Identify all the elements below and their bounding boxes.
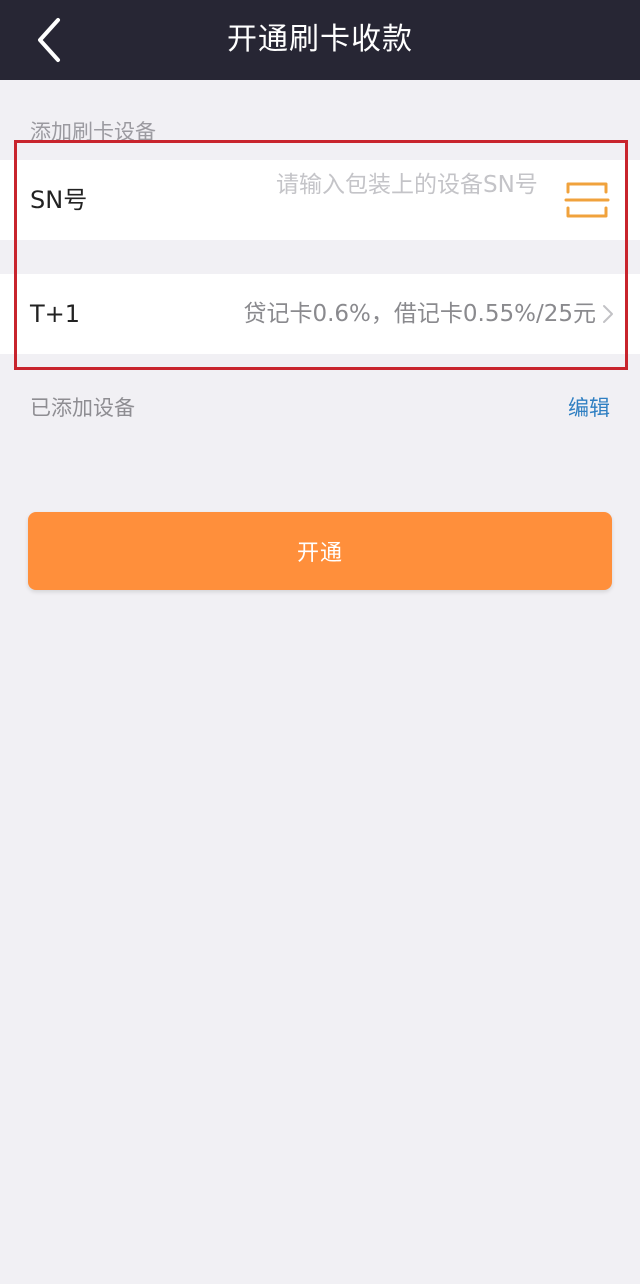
highlight-box <box>14 140 628 370</box>
navigation-bar: 开通刷卡收款 <box>0 0 640 80</box>
open-button[interactable]: 开通 <box>28 512 612 590</box>
added-devices-label: 已添加设备 <box>30 396 135 420</box>
page-title: 开通刷卡收款 <box>227 22 413 57</box>
chevron-left-icon <box>38 18 60 62</box>
edit-link[interactable]: 编辑 <box>568 392 610 422</box>
back-button[interactable] <box>28 14 76 66</box>
screen: 开通刷卡收款 添加刷卡设备 SN号 T+1 贷记卡0.6%，借记卡0.55%/2… <box>0 0 640 1284</box>
